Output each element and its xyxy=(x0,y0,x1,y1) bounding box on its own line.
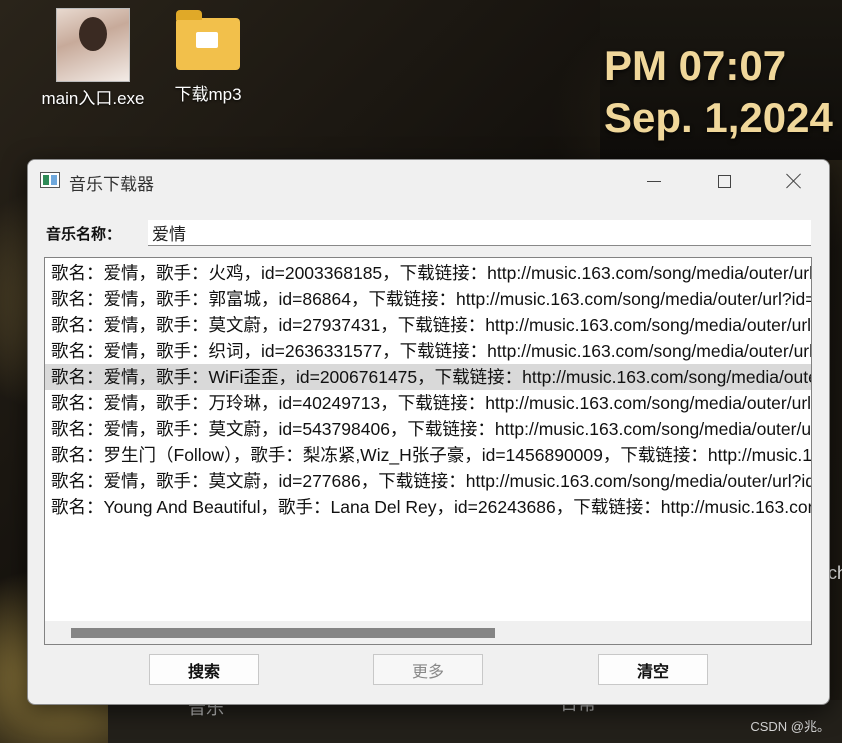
maximize-icon xyxy=(717,174,731,188)
music-name-input[interactable] xyxy=(148,220,811,246)
close-button[interactable] xyxy=(771,160,817,202)
list-item[interactable]: 歌名：爱情，歌手：织词，id=2636331577，下载链接：http://mu… xyxy=(45,338,811,364)
close-icon xyxy=(786,173,802,189)
more-button[interactable]: 更多 xyxy=(373,654,483,685)
list-item[interactable]: 歌名：爱情，歌手：莫文蔚，id=277686，下载链接：http://music… xyxy=(45,468,811,494)
list-item[interactable]: 歌名：爱情，歌手：WiFi歪歪，id=2006761475，下载链接：http:… xyxy=(45,364,811,390)
music-downloader-window: 音乐下载器 音乐名称： 歌名：爱情，歌手：火鸡，id=2003368185，下载… xyxy=(27,159,830,705)
app-icon xyxy=(40,172,60,188)
document-icon xyxy=(196,32,218,48)
list-item[interactable]: 歌名：罗生门（Follow），歌手：梨冻紧,Wiz_H张子豪，id=145689… xyxy=(45,442,811,468)
maximize-button[interactable] xyxy=(701,160,747,202)
results-list-viewport: 歌名：爱情，歌手：火鸡，id=2003368185，下载链接：http://mu… xyxy=(45,260,811,620)
music-name-label: 音乐名称： xyxy=(46,225,122,243)
background-window-fragment: ch xyxy=(828,563,842,583)
list-item[interactable]: 歌名：爱情，歌手：莫文蔚，id=27937431，下载链接：http://mus… xyxy=(45,312,811,338)
clock-date: Sep. 1,2024 xyxy=(604,94,833,141)
desktop-clock-widget: PM 07:07 Sep. 1,2024 xyxy=(604,40,833,144)
window-title: 音乐下载器 xyxy=(69,175,154,194)
desktop-icon-label: main入口.exe xyxy=(41,89,145,108)
list-item[interactable]: 歌名：爱情，歌手：莫文蔚，id=543798406，下载链接：http://mu… xyxy=(45,416,811,442)
minimize-button[interactable] xyxy=(631,160,677,202)
list-item[interactable]: 歌名：爱情，歌手：郭富城，id=86864，下载链接：http://music.… xyxy=(45,286,811,312)
results-list[interactable]: 歌名：爱情，歌手：火鸡，id=2003368185，下载链接：http://mu… xyxy=(44,257,812,645)
desktop-icon-download-folder[interactable]: 下载mp3 xyxy=(153,8,263,106)
list-item[interactable]: 歌名：爱情，歌手：万玲琳，id=40249713，下载链接：http://mus… xyxy=(45,390,811,416)
clear-button[interactable]: 清空 xyxy=(598,654,708,685)
clock-time: PM 07:07 xyxy=(604,42,787,89)
exe-thumbnail-icon xyxy=(56,8,130,82)
search-button[interactable]: 搜索 xyxy=(149,654,259,685)
desktop-icon-label: 下载mp3 xyxy=(174,85,242,104)
horizontal-scrollbar[interactable] xyxy=(45,621,811,644)
watermark: CSDN @兆。 xyxy=(750,719,830,734)
minimize-icon xyxy=(647,180,661,182)
title-bar[interactable]: 音乐下载器 xyxy=(28,160,829,202)
scrollbar-thumb[interactable] xyxy=(71,628,495,638)
list-item[interactable]: 歌名：爱情，歌手：火鸡，id=2003368185，下载链接：http://mu… xyxy=(45,260,811,286)
folder-icon xyxy=(176,10,240,70)
desktop-icon-main-exe[interactable]: main入口.exe xyxy=(38,8,148,110)
list-item[interactable]: 歌名：Young And Beautiful，歌手：Lana Del Rey，i… xyxy=(45,494,811,520)
